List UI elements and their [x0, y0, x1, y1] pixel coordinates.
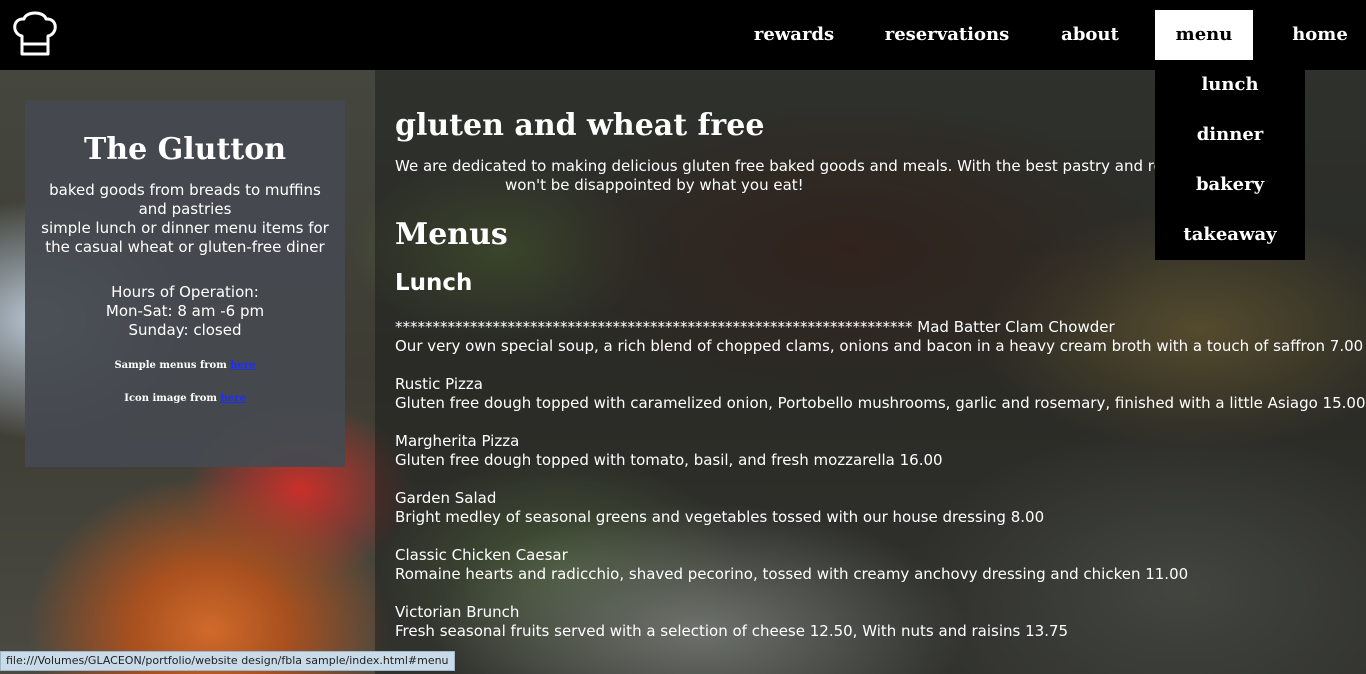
description-line: simple lunch or dinner menu items for th…: [41, 219, 329, 256]
lunch-heading: Lunch: [395, 270, 473, 296]
nav-home[interactable]: home: [1280, 10, 1360, 60]
menu-item: Classic Chicken Caesar Romaine hearts an…: [395, 546, 1355, 584]
menu-item: Rustic Pizza Gluten free dough topped wi…: [395, 375, 1366, 413]
menu-item-desc: Bright medley of seasonal greens and veg…: [395, 508, 1045, 526]
menu-item-desc: Gluten free dough topped with tomato, ba…: [395, 451, 943, 469]
intro-start: We are dedicated to making delicious glu…: [395, 157, 1239, 175]
site-description: baked goods from breads to muffins and p…: [25, 181, 345, 257]
nav-about[interactable]: about: [1046, 10, 1134, 60]
menu-item-name: Garden Salad: [395, 489, 497, 507]
info-card: The Glutton baked goods from breads to m…: [25, 100, 345, 467]
description-line: baked goods from breads to muffins and p…: [49, 181, 321, 218]
chef-hat-icon[interactable]: [10, 10, 60, 56]
dropdown-takeaway[interactable]: takeaway: [1155, 210, 1305, 260]
status-bar-url: file:///Volumes/GLACEON/portfolio/websit…: [0, 651, 455, 671]
icon-credit: Icon image from here: [25, 393, 345, 404]
menu-item-desc: Romaine hearts and radicchio, shaved pec…: [395, 565, 1189, 583]
dropdown-lunch[interactable]: lunch: [1155, 60, 1305, 110]
menu-item-name: Victorian Brunch: [395, 603, 520, 621]
menu-item: ****************************************…: [395, 318, 1363, 356]
divider-stars: ****************************************…: [395, 318, 913, 336]
menus-credit: Sample menus from here: [25, 360, 345, 371]
dropdown-dinner[interactable]: dinner: [1155, 110, 1305, 160]
nav-rewards[interactable]: rewards: [740, 10, 848, 60]
menu-item: Margherita Pizza Gluten free dough toppe…: [395, 432, 1355, 470]
menu-item-desc: Gluten free dough topped with caramelize…: [395, 394, 1366, 412]
nav-reservations[interactable]: reservations: [878, 10, 1016, 60]
hours-of-operation: Hours of Operation: Mon-Sat: 8 am -6 pm …: [25, 283, 345, 340]
menu-item-name: Mad Batter Clam Chowder: [917, 318, 1115, 336]
menu-item: Garden Salad Bright medley of seasonal g…: [395, 489, 1355, 527]
menu-item-name: Rustic Pizza: [395, 375, 483, 393]
hours-title: Hours of Operation:: [111, 283, 259, 301]
credit-text: Sample menus from: [114, 360, 227, 371]
menu-item: Victorian Brunch Fresh seasonal fruits s…: [395, 603, 1355, 641]
icon-credit-link[interactable]: here: [220, 393, 245, 404]
menu-item-desc: Our very own special soup, a rich blend …: [395, 337, 1364, 355]
hours-sunday: Sunday: closed: [128, 321, 242, 339]
menu-item-name: Classic Chicken Caesar: [395, 546, 568, 564]
menu-item-desc: Fresh seasonal fruits served with a sele…: [395, 622, 1069, 640]
menu-dropdown: lunch dinner bakery takeaway: [1155, 60, 1305, 260]
intro-end: won't be disappointed by what you eat!: [505, 176, 804, 194]
site-title: The Glutton: [83, 132, 287, 167]
menus-credit-link[interactable]: here: [230, 360, 255, 371]
credit-text: Icon image from: [124, 393, 217, 404]
hours-weekday: Mon-Sat: 8 am -6 pm: [105, 302, 265, 320]
dropdown-bakery[interactable]: bakery: [1155, 160, 1305, 210]
menu-item-name: Margherita Pizza: [395, 432, 520, 450]
nav-menu[interactable]: menu: [1155, 10, 1253, 60]
